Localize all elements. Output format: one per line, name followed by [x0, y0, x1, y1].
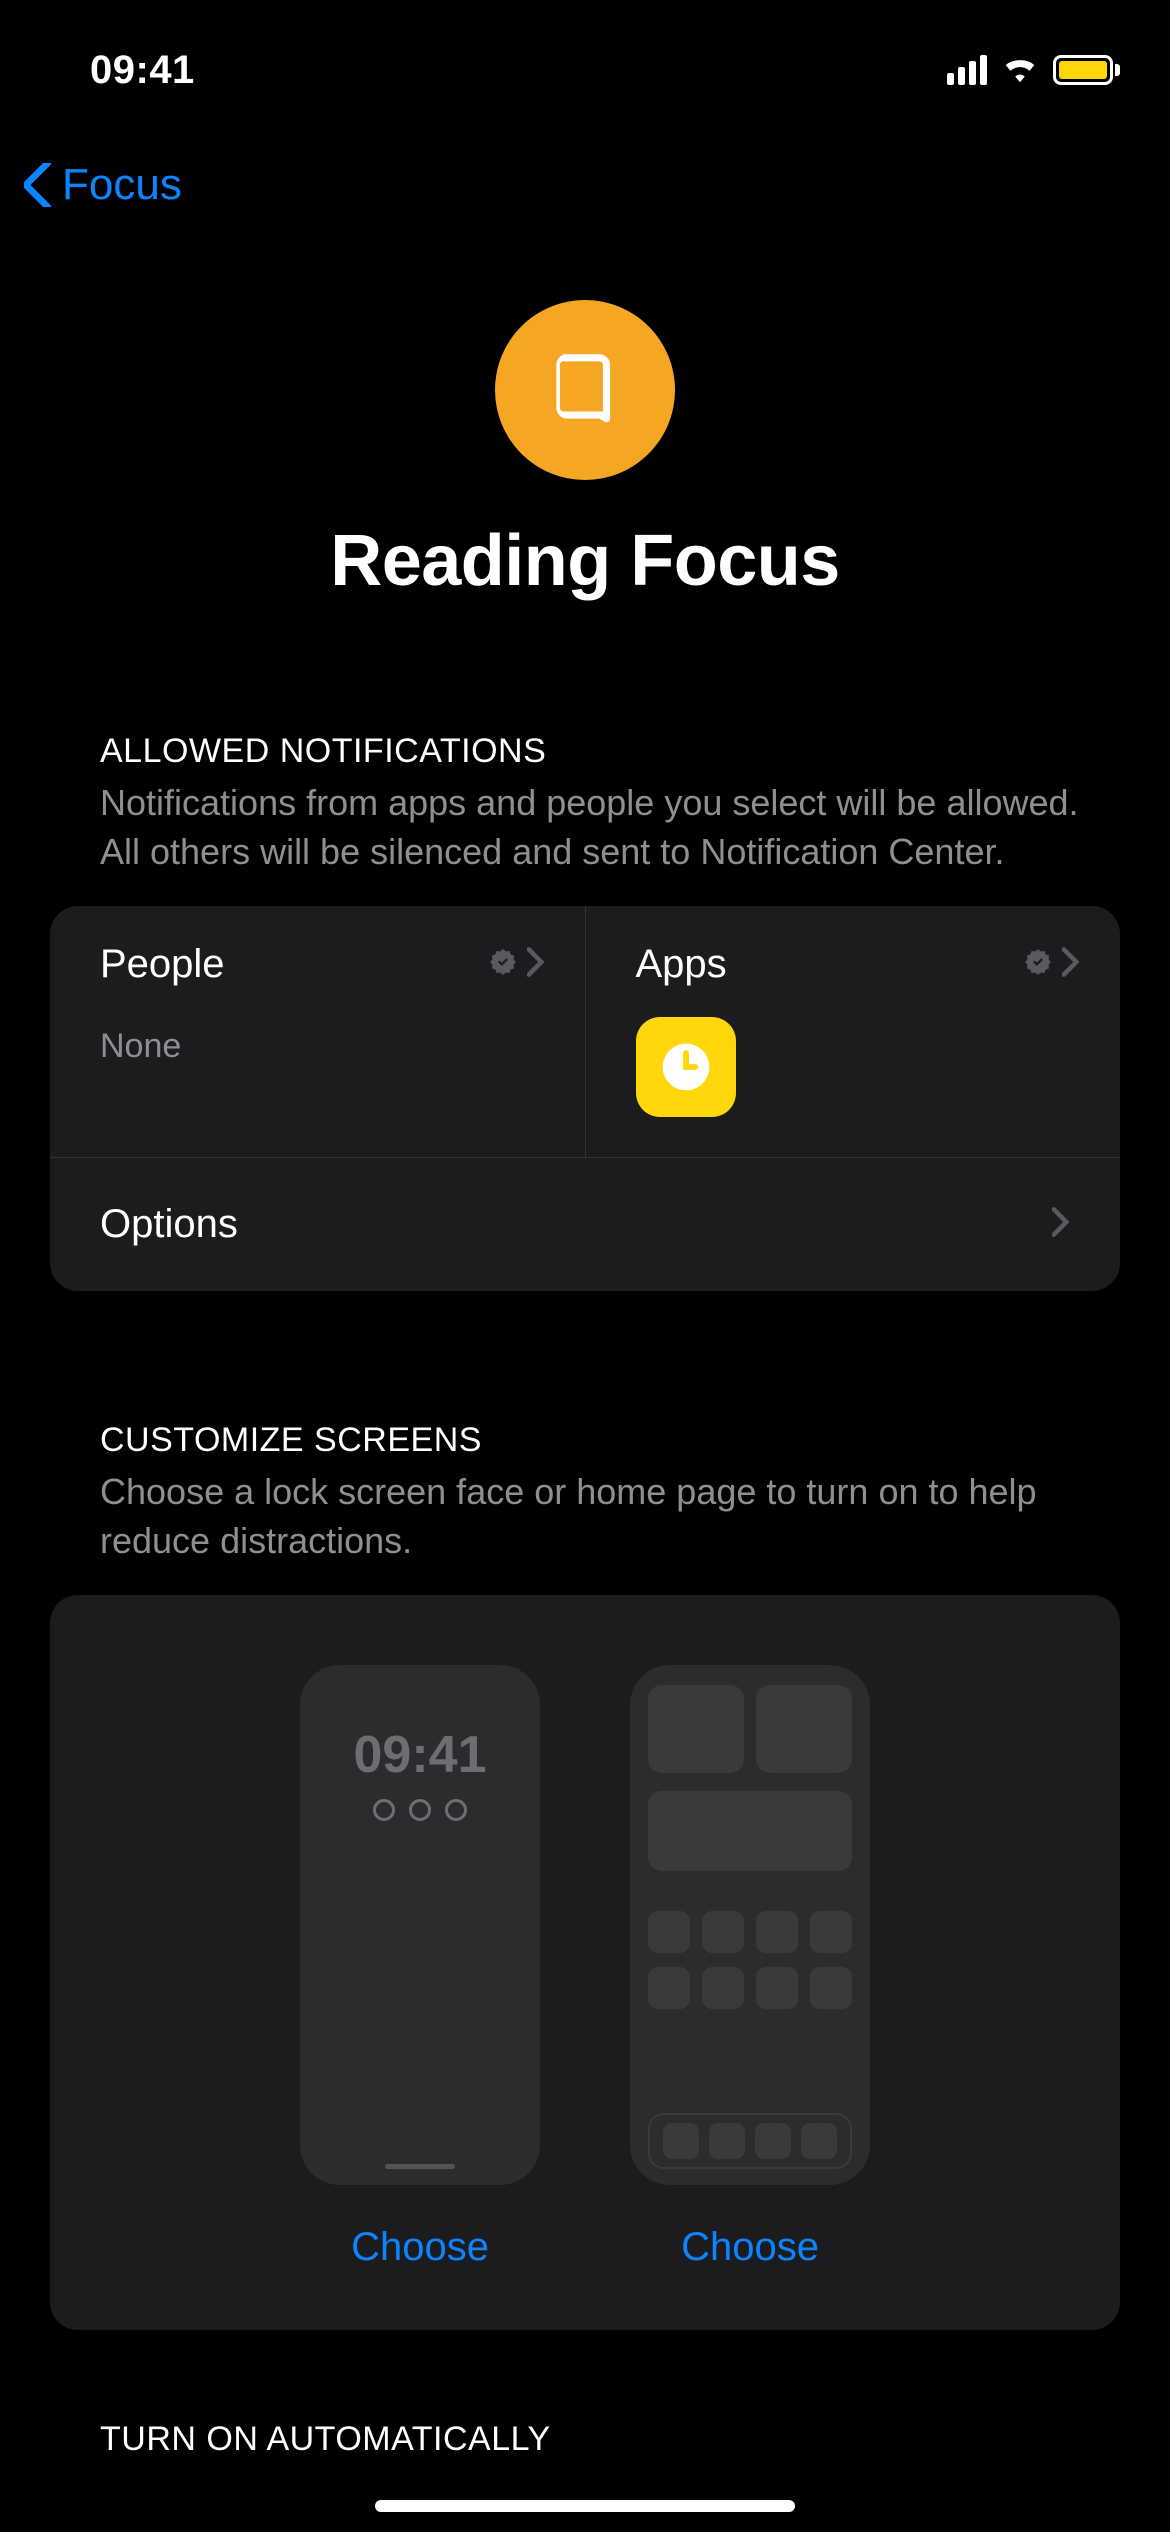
customize-screens-section: CUSTOMIZE SCREENS Choose a lock screen f…: [0, 1421, 1170, 2330]
choose-home-screen-button[interactable]: Choose: [681, 2225, 819, 2270]
allowed-notifications-card: People None Apps: [50, 906, 1120, 1291]
home-screen-column: Choose: [630, 1665, 870, 2270]
allowed-notifications-section: ALLOWED NOTIFICATIONS Notifications from…: [0, 732, 1170, 1291]
status-indicators: [947, 53, 1120, 88]
section-header: CUSTOMIZE SCREENS: [100, 1421, 1120, 1460]
people-summary: None: [100, 1027, 545, 1066]
allowed-app-icon: [636, 1017, 736, 1117]
battery-icon: [1053, 55, 1120, 85]
back-button[interactable]: Focus: [0, 120, 1170, 220]
chevron-right-icon: [1062, 947, 1080, 982]
focus-mode-icon: [495, 300, 675, 480]
chevron-right-icon: [527, 947, 545, 982]
lock-screen-column: 09:41 Choose: [300, 1665, 540, 2270]
lock-screen-preview[interactable]: 09:41: [300, 1665, 540, 2185]
chevron-left-icon: [24, 163, 54, 207]
status-bar: 09:41: [0, 0, 1170, 120]
customize-screens-card: 09:41 Choose Choose: [50, 1595, 1120, 2330]
apps-cell[interactable]: Apps: [586, 906, 1121, 1157]
section-description: Choose a lock screen face or home page t…: [100, 1468, 1120, 1565]
lock-screen-time: 09:41: [320, 1725, 520, 1785]
choose-lock-screen-button[interactable]: Choose: [351, 2225, 489, 2270]
status-time: 09:41: [90, 48, 195, 93]
section-description: Notifications from apps and people you s…: [100, 779, 1120, 876]
book-icon: [542, 347, 628, 433]
verified-badge-icon: [489, 948, 517, 981]
back-label: Focus: [62, 160, 182, 210]
clock-icon: [658, 1039, 714, 1095]
focus-header: Reading Focus: [0, 300, 1170, 602]
focus-title: Reading Focus: [0, 520, 1170, 602]
turn-on-automatically-section: TURN ON AUTOMATICALLY: [0, 2420, 1170, 2459]
section-header: TURN ON AUTOMATICALLY: [100, 2420, 1120, 2459]
apps-label: Apps: [636, 942, 727, 987]
cellular-signal-icon: [947, 55, 987, 85]
wifi-icon: [1001, 53, 1039, 88]
people-cell[interactable]: People None: [50, 906, 586, 1157]
verified-badge-icon: [1024, 948, 1052, 981]
section-header: ALLOWED NOTIFICATIONS: [100, 732, 1120, 771]
options-label: Options: [100, 1202, 238, 1247]
chevron-right-icon: [1052, 1207, 1070, 1242]
lock-screen-widgets-icon: [320, 1799, 520, 1821]
home-screen-preview[interactable]: [630, 1665, 870, 2185]
home-indicator[interactable]: [375, 2500, 795, 2512]
options-row[interactable]: Options: [50, 1157, 1120, 1291]
people-label: People: [100, 942, 225, 987]
